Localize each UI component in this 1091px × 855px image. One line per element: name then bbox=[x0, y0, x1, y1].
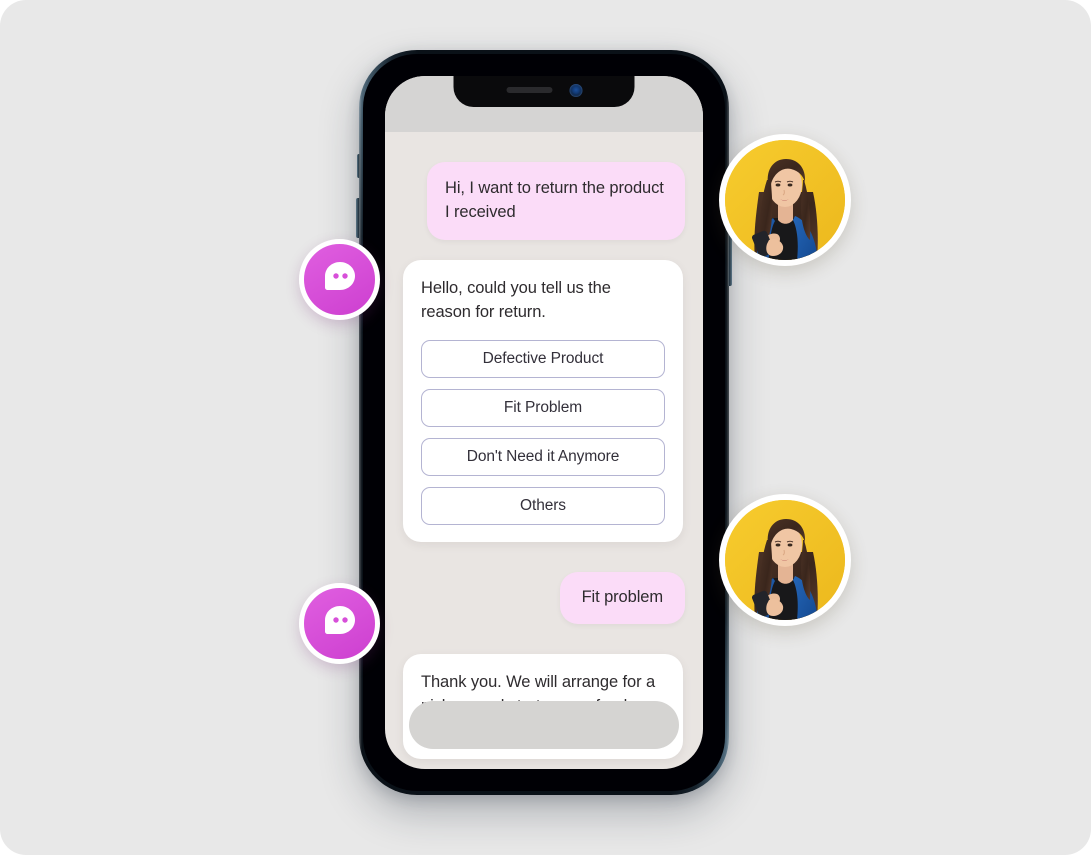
chat-row-user-1: Hi, I want to return the product I recei… bbox=[403, 162, 685, 240]
phone-frame: Hi, I want to return the product I recei… bbox=[363, 54, 725, 791]
volume-up-button[interactable] bbox=[356, 198, 360, 238]
phone-screen: Hi, I want to return the product I recei… bbox=[385, 76, 703, 769]
option-others[interactable]: Others bbox=[421, 486, 665, 525]
avatar-bottom bbox=[719, 494, 851, 626]
chat-row-bot-1: Hello, could you tell us the reason for … bbox=[403, 259, 685, 542]
bot-badge-bottom[interactable] bbox=[299, 583, 380, 664]
phone-notch bbox=[453, 76, 635, 107]
avatar-top bbox=[719, 134, 851, 266]
option-defective-product[interactable]: Defective Product bbox=[421, 339, 665, 378]
chat-bubble-icon bbox=[319, 600, 361, 647]
chat-input-field[interactable] bbox=[409, 701, 679, 749]
message-bubble-bot: Hello, could you tell us the reason for … bbox=[403, 259, 683, 542]
message-bubble-user: Hi, I want to return the product I recei… bbox=[427, 162, 685, 240]
bot-badge-top[interactable] bbox=[299, 239, 380, 320]
bot-message-text: Hello, could you tell us the reason for … bbox=[421, 278, 611, 321]
phone-device: Hi, I want to return the product I recei… bbox=[356, 50, 732, 795]
chat-row-user-2: Fit problem bbox=[403, 571, 685, 624]
option-fit-problem[interactable]: Fit Problem bbox=[421, 388, 665, 427]
option-dont-need-it-anymore[interactable]: Don't Need it Anymore bbox=[421, 437, 665, 476]
silent-switch[interactable] bbox=[357, 154, 360, 178]
avatar-photo bbox=[725, 500, 845, 620]
chat-bubble-icon bbox=[319, 256, 361, 303]
speaker-grille-icon bbox=[506, 87, 552, 93]
front-camera-icon bbox=[569, 83, 582, 97]
illustration-canvas: Hi, I want to return the product I recei… bbox=[0, 0, 1091, 855]
message-bubble-user-reply: Fit problem bbox=[559, 571, 685, 624]
chat-conversation: Hi, I want to return the product I recei… bbox=[385, 132, 703, 769]
avatar-photo bbox=[725, 140, 845, 260]
